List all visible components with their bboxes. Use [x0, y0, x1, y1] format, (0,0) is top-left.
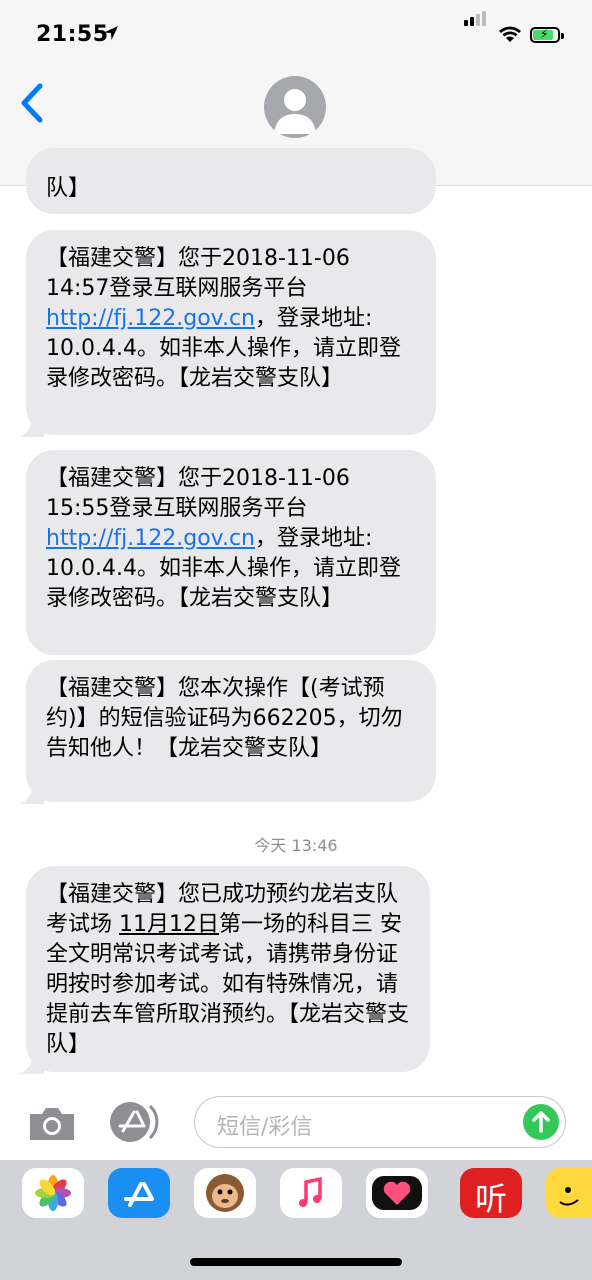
message-link[interactable]: http://fj.122.gov.cn	[46, 526, 255, 551]
message-bubble[interactable]: 队】	[26, 148, 436, 214]
bubble-tail	[18, 417, 44, 437]
message-timestamp: 今天 13:46	[254, 836, 338, 855]
app-store-icon	[110, 1102, 159, 1142]
send-button[interactable]	[523, 1104, 559, 1140]
status-bar: 21:55 ⚡	[0, 0, 592, 70]
contact-avatar[interactable]	[264, 76, 326, 138]
ting-app-label: 听	[474, 1180, 507, 1218]
message-date-link[interactable]: 11月12日	[119, 912, 219, 937]
message-link[interactable]: http://fj.122.gov.cn	[46, 306, 255, 331]
status-time: 21:55	[36, 22, 109, 47]
ting-app-icon[interactable]: 听	[460, 1168, 522, 1218]
person-silhouette-icon	[274, 89, 316, 134]
photos-app-icon[interactable]	[22, 1168, 84, 1218]
wifi-icon	[499, 26, 521, 42]
heart-app-icon[interactable]	[366, 1168, 428, 1218]
message-bubble[interactable]: 【福建交警】您于2018-11-06 14:57登录互联网服务平台 http://…	[26, 230, 436, 435]
animoji-icon[interactable]	[194, 1168, 256, 1218]
message-input[interactable]: 短信/彩信	[194, 1096, 566, 1148]
music-icon[interactable]	[280, 1168, 342, 1218]
message-text: 【福建交警】您于2018-11-06 15:55登录互联网服务平台	[46, 466, 350, 521]
compose-bar: 短信/彩信	[0, 1090, 592, 1160]
sticker-app-icon[interactable]	[546, 1168, 592, 1218]
app-store-button[interactable]	[108, 1100, 164, 1142]
message-text: 【福建交警】您本次操作【(考试预约)】的短信验证码为662205，切勿告知他人！…	[46, 676, 403, 761]
message-text: 【福建交警】您于2018-11-06 14:57登录互联网服务平台	[46, 246, 350, 301]
back-chevron-icon[interactable]	[18, 82, 48, 124]
app-store-icon[interactable]	[108, 1168, 170, 1218]
message-text: 队】	[46, 176, 91, 201]
bubble-tail	[18, 784, 44, 804]
home-indicator[interactable]	[190, 1258, 402, 1266]
bubble-tail	[18, 1054, 44, 1074]
message-bubble[interactable]: 【福建交警】您已成功预约龙岩支队考试场 11月12日第一场的科目三 安全文明常识…	[26, 866, 430, 1072]
message-bubble[interactable]: 【福建交警】您本次操作【(考试预约)】的短信验证码为662205，切勿告知他人！…	[26, 660, 436, 802]
camera-icon[interactable]	[26, 1104, 78, 1144]
battery-icon: ⚡	[530, 27, 564, 43]
up-arrow-icon	[532, 1111, 550, 1133]
imessage-app-strip: 听	[0, 1160, 592, 1280]
location-arrow-icon	[104, 26, 118, 40]
message-input-placeholder: 短信/彩信	[217, 1115, 313, 1140]
message-bubble[interactable]: 【福建交警】您于2018-11-06 15:55登录互联网服务平台 http://…	[26, 450, 436, 655]
